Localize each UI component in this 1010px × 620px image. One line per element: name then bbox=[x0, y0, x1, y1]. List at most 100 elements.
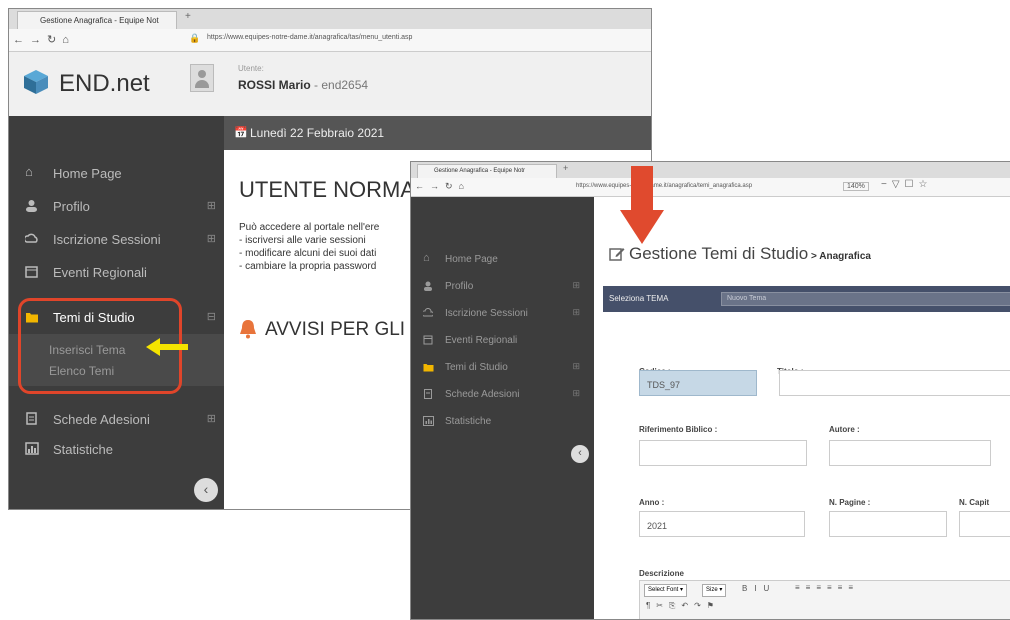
browser-tab[interactable]: Gestione Anagrafica - Equipe Notr bbox=[417, 164, 557, 178]
nav-buttons-icon[interactable]: ←→↻⌂ bbox=[13, 33, 75, 46]
expand-icon[interactable]: ⊞ bbox=[207, 232, 216, 245]
edit-icon bbox=[609, 248, 625, 261]
titolo-field[interactable] bbox=[779, 370, 1010, 396]
calendar-icon: 📅 bbox=[234, 127, 248, 139]
sidebar-item-eventi[interactable]: Eventi Regionali bbox=[411, 330, 594, 352]
align-toolbar-icon[interactable]: ≡≡≡≡≡≡ bbox=[795, 583, 859, 592]
anno-value: 2021 bbox=[647, 521, 668, 531]
avatar bbox=[190, 64, 214, 92]
nav-buttons-icon[interactable]: ←→↻⌂ bbox=[415, 181, 470, 192]
sidebar-item-iscrizione[interactable]: Iscrizione Sessioni ⊞ bbox=[9, 226, 224, 254]
sidebar-item-eventi[interactable]: Eventi Regionali bbox=[9, 259, 224, 287]
sidebar-item-profilo[interactable]: Profilo ⊞ bbox=[411, 276, 594, 298]
pagine-label: N. Pagine : bbox=[829, 498, 871, 507]
cloud-icon bbox=[23, 232, 38, 245]
sidebar-item-label: Statistiche bbox=[53, 442, 113, 457]
editor-actions-icon[interactable]: ¶✂⎘↶↷⚑ bbox=[646, 601, 720, 611]
home-icon: ⌂ bbox=[423, 252, 430, 264]
url-field[interactable]: https://www.equipes-notre-dame.it/anagra… bbox=[576, 183, 752, 189]
sidebar-item-iscrizione[interactable]: Iscrizione Sessioni ⊞ bbox=[411, 303, 594, 325]
new-tab-icon[interactable]: + bbox=[563, 163, 568, 173]
browser-tab[interactable]: Gestione Anagrafica - Equipe Not bbox=[17, 11, 177, 29]
sidebar-item-label: Profilo bbox=[445, 281, 474, 292]
address-bar: ←→↻⌂ https://www.equipes-notre-dame.it/a… bbox=[411, 178, 1010, 197]
sidebar-item-label: Home Page bbox=[445, 254, 498, 265]
document-icon bbox=[25, 412, 38, 425]
expand-icon[interactable]: ⊞ bbox=[572, 388, 580, 399]
expand-icon[interactable]: ⊞ bbox=[572, 307, 580, 318]
body-line: - modificare alcuni dei suoi dati bbox=[239, 248, 377, 259]
page-title: Gestione Temi di Studio bbox=[629, 244, 809, 263]
user-name: ROSSI Mario bbox=[238, 78, 311, 92]
expand-icon[interactable]: ⊞ bbox=[572, 280, 580, 291]
sidebar-item-label: Schede Adesioni bbox=[53, 412, 150, 427]
tema-select[interactable]: Nuovo Tema bbox=[721, 292, 1010, 306]
tab-title: Gestione Anagrafica - Equipe Notr bbox=[434, 168, 526, 174]
body-line: Può accedere al portale nell'ere bbox=[239, 222, 380, 233]
sidebar-item-label: Temi di Studio bbox=[445, 362, 508, 373]
sidebar-item-schede[interactable]: Schede Adesioni ⊞ bbox=[411, 384, 594, 406]
riferimento-field[interactable] bbox=[639, 440, 807, 466]
user-icon bbox=[423, 281, 433, 291]
collapse-sidebar-icon[interactable]: ‹ bbox=[194, 478, 218, 502]
current-date: Lunedì 22 Febbraio 2021 bbox=[250, 126, 385, 140]
select-bar: Seleziona TEMA Nuovo Tema bbox=[603, 286, 1010, 312]
tab-bar: Gestione Anagrafica - Equipe Notr + bbox=[411, 162, 1010, 178]
collapse-icon[interactable]: ⊟ bbox=[207, 310, 216, 323]
sidebar-item-label: Iscrizione Sessioni bbox=[445, 308, 528, 319]
pagine-field[interactable] bbox=[829, 511, 947, 537]
expand-icon[interactable]: ⊞ bbox=[207, 412, 216, 425]
brand-name: END.net bbox=[59, 70, 150, 97]
expand-icon[interactable]: ⊞ bbox=[572, 361, 580, 372]
sidebar-item-statistiche[interactable]: Statistiche bbox=[9, 436, 224, 464]
autore-field[interactable] bbox=[829, 440, 991, 466]
sidebar-item-label: Schede Adesioni bbox=[445, 389, 520, 400]
font-select[interactable]: Select Font ▾ bbox=[644, 584, 688, 597]
sidebar-item-label: Eventi Regionali bbox=[53, 265, 147, 280]
chart-icon bbox=[25, 442, 39, 455]
sidebar-item-label: Profilo bbox=[53, 199, 90, 214]
zoom-level[interactable]: 140% bbox=[843, 182, 869, 191]
browser-window-detail: Gestione Anagrafica - Equipe Notr + ←→↻⌂… bbox=[410, 161, 1010, 620]
url-field[interactable]: https://www.equipes-notre-dame.it/anagra… bbox=[207, 34, 412, 41]
sidebar-item-label: Iscrizione Sessioni bbox=[53, 232, 161, 247]
sidebar-item-label: Home Page bbox=[53, 166, 122, 181]
format-toolbar-icon[interactable]: BIU bbox=[742, 584, 776, 593]
sidebar-item-statistiche[interactable]: Statistiche bbox=[411, 411, 594, 433]
document-icon bbox=[423, 389, 433, 399]
address-bar: ←→↻⌂ 🔒 https://www.equipes-notre-dame.it… bbox=[9, 29, 651, 52]
body-line: - cambiare la propria password bbox=[239, 261, 377, 272]
notice-heading: AVVISI PER GLI bbox=[265, 319, 406, 340]
anno-field[interactable]: 2021 bbox=[639, 511, 805, 537]
bell-icon bbox=[240, 320, 256, 339]
capitoli-field[interactable] bbox=[959, 511, 1010, 537]
calendar-icon bbox=[25, 265, 38, 278]
size-select[interactable]: Size ▾ bbox=[702, 584, 727, 597]
user-code: - end2654 bbox=[310, 78, 369, 92]
date-bar: 📅 Lunedì 22 Febbraio 2021 bbox=[224, 116, 651, 150]
size-select-value: Size bbox=[706, 587, 718, 593]
calendar-icon bbox=[423, 335, 433, 345]
sidebar-item-schede[interactable]: Schede Adesioni ⊞ bbox=[9, 406, 224, 434]
sidebar: ⌂ Home Page Profilo ⊞ Iscrizione Session… bbox=[411, 197, 594, 619]
sidebar-item-profilo[interactable]: Profilo ⊞ bbox=[9, 193, 224, 221]
expand-icon[interactable]: ⊞ bbox=[207, 199, 216, 212]
codice-field[interactable]: TDS_97 bbox=[639, 370, 757, 396]
anno-label: Anno : bbox=[639, 498, 665, 507]
rich-text-editor: Select Font ▾ Size ▾ BIU ≡≡≡≡≡≡ ¶✂⎘↶↷⚑ bbox=[639, 580, 1010, 619]
user-caption: Utente: bbox=[238, 64, 264, 73]
new-tab-icon[interactable]: + bbox=[185, 11, 191, 22]
codice-value: TDS_97 bbox=[647, 380, 681, 390]
tema-select-value: Nuovo Tema bbox=[727, 295, 767, 302]
font-select-value: Select Font bbox=[648, 587, 679, 593]
user-icon bbox=[25, 199, 38, 212]
sidebar-item-home[interactable]: ⌂ Home Page bbox=[411, 249, 594, 271]
page-subtitle: > Anagrafica bbox=[808, 251, 871, 262]
toolbar-icons-icon[interactable]: −▽☐☆ bbox=[881, 179, 932, 190]
collapse-sidebar-icon[interactable]: ‹ bbox=[571, 445, 589, 463]
cloud-icon bbox=[421, 307, 434, 318]
sidebar-item-label: Eventi Regionali bbox=[445, 335, 518, 346]
sidebar-item-temi[interactable]: Temi di Studio ⊞ bbox=[411, 357, 594, 379]
sidebar-item-home[interactable]: ⌂ Home Page bbox=[9, 160, 224, 188]
red-arrow-icon bbox=[620, 166, 664, 244]
